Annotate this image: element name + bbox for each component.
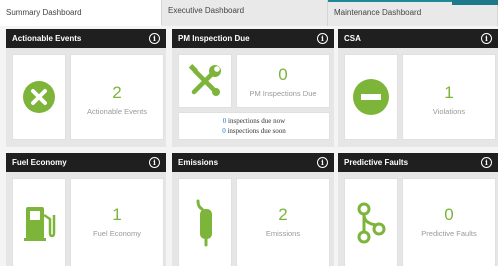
predictive-faults-panel: Predictive Faults i 0 Predictive Faults (338, 153, 498, 266)
info-icon[interactable]: i (481, 157, 492, 168)
icon-tile (12, 178, 66, 266)
panel-title: Emissions (178, 158, 219, 167)
stat-value: 1 (112, 205, 122, 224)
stat-value: 2 (278, 205, 288, 224)
info-icon[interactable]: i (317, 33, 328, 44)
x-circle-icon (23, 81, 55, 113)
stat-tile[interactable]: 2 Emissions (236, 178, 330, 266)
stat-label: Violations (432, 107, 466, 116)
due-now-line[interactable]: 0 inspections due now (179, 116, 329, 126)
panel-title: Predictive Faults (344, 158, 409, 167)
panel-header: Fuel Economy i (6, 153, 166, 172)
info-icon[interactable]: i (149, 157, 160, 168)
fuel-pump-icon (24, 207, 56, 241)
panel-title: Actionable Events (12, 34, 82, 43)
panel-title: PM Inspection Due (178, 34, 250, 43)
branch-icon (357, 202, 386, 244)
tab-summary-dashboard[interactable]: Summary Dashboard (0, 0, 162, 26)
stat-label: Predictive Faults (421, 229, 477, 238)
icon-tile (178, 54, 232, 108)
actionable-events-panel: Actionable Events i 2 Actionable Events (6, 29, 166, 147)
minus-circle-icon (353, 79, 389, 115)
tab-executive-dashboard[interactable]: Executive Dashboard (162, 0, 328, 26)
emissions-panel: Emissions i 2 Emissions (172, 153, 334, 266)
stat-value: 0 (278, 65, 288, 84)
info-icon[interactable]: i (481, 33, 492, 44)
due-soon-line[interactable]: 0 inspections due soon (179, 126, 329, 136)
stat-tile[interactable]: 2 Actionable Events (70, 54, 164, 140)
panel-title: CSA (344, 34, 361, 43)
panel-title: Fuel Economy (12, 158, 67, 167)
panel-header: PM Inspection Due i (172, 29, 334, 48)
panel-header: Predictive Faults i (338, 153, 498, 172)
panel-header: Emissions i (172, 153, 334, 172)
stat-tile[interactable]: 1 Fuel Economy (70, 178, 164, 266)
stat-label: Emissions (265, 229, 301, 238)
inspection-summary: 0 inspections due now 0 inspections due … (178, 112, 330, 140)
icon-tile (344, 54, 398, 140)
stat-label: PM Inspections Due (249, 89, 317, 98)
exhaust-icon (196, 199, 212, 247)
pm-inspection-panel: PM Inspection Due i 0 PM Inspections Due… (172, 29, 334, 147)
panel-header: Actionable Events i (6, 29, 166, 48)
stat-tile[interactable]: 0 PM Inspections Due (236, 54, 330, 108)
stat-value: 2 (112, 83, 122, 102)
info-icon[interactable]: i (317, 157, 328, 168)
due-now-text: inspections due now (226, 117, 286, 125)
stat-value: 0 (444, 205, 454, 224)
wrench-screwdriver-icon (188, 64, 221, 96)
tab-accent-bar (452, 0, 498, 5)
stat-label: Actionable Events (86, 107, 148, 116)
stat-tile[interactable]: 1 Violations (402, 54, 496, 140)
fuel-economy-panel: Fuel Economy i 1 Fuel Economy (6, 153, 166, 266)
stat-label: Fuel Economy (93, 229, 141, 238)
icon-tile (178, 178, 232, 266)
stat-tile[interactable]: 0 Predictive Faults (402, 178, 496, 266)
info-icon[interactable]: i (149, 33, 160, 44)
csa-panel: CSA i 1 Violations (338, 29, 498, 147)
stat-value: 1 (444, 83, 454, 102)
panel-header: CSA i (338, 29, 498, 48)
icon-tile (12, 54, 66, 140)
due-soon-text: inspections due soon (225, 127, 286, 135)
tab-bar: Summary Dashboard Executive Dashboard Ma… (0, 0, 498, 26)
icon-tile (344, 178, 398, 266)
